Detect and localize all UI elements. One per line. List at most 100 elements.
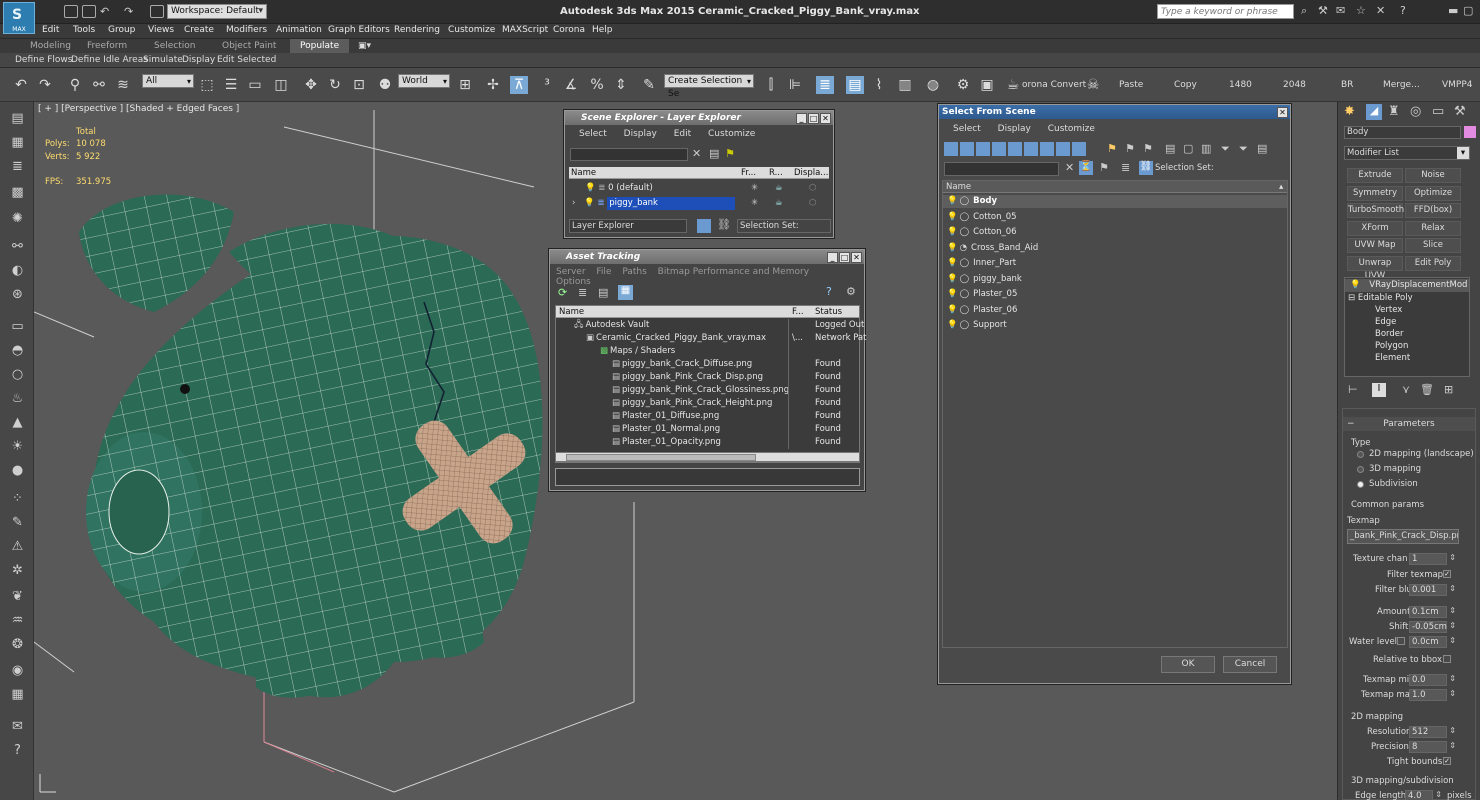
scene-object-row[interactable]: 💡 ◯ Cotton_05: [943, 211, 1287, 224]
le-menu-edit[interactable]: Edit: [674, 129, 691, 139]
symmetry-button[interactable]: Symmetry: [1347, 186, 1403, 201]
expand-chevron-icon[interactable]: ›: [572, 198, 575, 208]
display-bones-icon[interactable]: [1072, 142, 1086, 156]
display-warps-icon[interactable]: [1024, 142, 1038, 156]
menu-group[interactable]: Group: [108, 25, 135, 35]
display-xrefs-icon[interactable]: [1056, 142, 1070, 156]
make-unique-icon[interactable]: ⋎: [1402, 383, 1410, 396]
close-window-icon[interactable]: ▢: [1463, 4, 1473, 17]
ffd-box-button[interactable]: FFD(box): [1405, 203, 1461, 218]
relative-bbox-checkbox[interactable]: [1443, 655, 1451, 663]
help-icon[interactable]: ?: [1400, 4, 1406, 17]
scene-object-row[interactable]: 💡 ◯ Support: [943, 319, 1287, 332]
search-binoculars-icon[interactable]: ⌕: [1301, 4, 1307, 18]
menu-animation[interactable]: Animation: [276, 25, 322, 35]
camera-icon[interactable]: ◐: [9, 262, 26, 279]
close-icon[interactable]: ✕: [851, 252, 862, 263]
radio-subdivision[interactable]: [1357, 481, 1364, 488]
select-link-icon[interactable]: ⚲: [66, 76, 84, 94]
menu-help[interactable]: Help: [592, 25, 613, 35]
select-from-scene-title[interactable]: Select From Scene ✕: [939, 105, 1290, 119]
menu-customize[interactable]: Customize: [448, 25, 495, 35]
display-shapes-icon[interactable]: [960, 142, 974, 156]
lightbulb-icon[interactable]: 💡: [1350, 280, 1361, 290]
gear-icon[interactable]: ✲: [9, 562, 26, 579]
scene-object-row[interactable]: 💡 ◯ Inner_Part: [943, 257, 1287, 270]
menu-maxscript[interactable]: MAXScript: [502, 25, 548, 35]
edit-named-selection-icon[interactable]: ✎: [640, 76, 658, 94]
tab-object-paint[interactable]: Object Paint: [222, 41, 276, 51]
le-menu-display[interactable]: Display: [624, 129, 657, 139]
subscription-icon[interactable]: ⚒: [1318, 4, 1328, 17]
redo-icon[interactable]: ↷: [124, 5, 138, 18]
render-teapot-icon[interactable]: ☕: [775, 197, 783, 210]
lightbulb-icon[interactable]: 💡: [584, 198, 595, 208]
at-menu-bitmap[interactable]: Bitmap Performance and Memory: [658, 267, 809, 277]
hair-fur-icon[interactable]: ♒: [9, 612, 26, 629]
layer-mode-icon[interactable]: [697, 219, 711, 233]
col-name[interactable]: Name: [559, 306, 584, 318]
scene-explorer-icon[interactable]: ▤: [846, 76, 864, 94]
explorer-type-dropdown[interactable]: Layer Explorer: [569, 219, 687, 233]
table-view-icon[interactable]: ▦: [618, 285, 633, 300]
find-icon[interactable]: ▤: [709, 147, 719, 160]
clear-search-icon[interactable]: ✕: [1065, 161, 1074, 174]
sun-icon[interactable]: ☀: [9, 438, 26, 455]
at-menu-file[interactable]: File: [596, 267, 611, 277]
settings-icon[interactable]: ⚙: [846, 285, 856, 298]
display-groups-icon[interactable]: [1040, 142, 1054, 156]
paste-button[interactable]: Paste: [1119, 80, 1143, 90]
layer-explorer-icon[interactable]: ≣: [816, 76, 834, 94]
script-icon[interactable]: ✉: [9, 718, 26, 735]
find-options-icon[interactable]: ⚑: [1099, 161, 1109, 174]
configure-sets-icon[interactable]: ⊞: [1444, 383, 1453, 396]
define-flows-button[interactable]: Define Flows: [15, 55, 72, 65]
help-tools-icon[interactable]: ✕: [1376, 4, 1385, 17]
cancel-button[interactable]: Cancel: [1223, 656, 1277, 673]
sfs-menu-display[interactable]: Display: [998, 124, 1031, 134]
sfs-selection-set[interactable]: Selection Set:: [1153, 162, 1286, 176]
noise-button[interactable]: Noise: [1405, 168, 1461, 183]
menu-edit[interactable]: Edit: [42, 25, 59, 35]
display-all-icon[interactable]: ⚑: [1107, 142, 1117, 155]
show-end-result-icon[interactable]: I: [1372, 383, 1386, 397]
find-case-icon[interactable]: ⏳: [1079, 161, 1093, 175]
layer-search-input[interactable]: [570, 148, 688, 161]
new-file-icon[interactable]: [64, 5, 78, 18]
sphere-icon[interactable]: ○: [9, 366, 26, 383]
mirror-icon[interactable]: ⫿: [762, 76, 780, 94]
asset-row[interactable]: ▤ Plaster_01_Opacity.png Found: [556, 436, 859, 449]
create-tab-icon[interactable]: ✸: [1344, 104, 1355, 119]
display-box-icon[interactable]: ⬡: [809, 197, 816, 210]
mesh-icon[interactable]: ⚠: [9, 538, 26, 555]
curve-editor-icon[interactable]: ⌇: [870, 76, 888, 94]
scale-icon[interactable]: ⊡: [350, 76, 368, 94]
help-circle-icon[interactable]: ?: [9, 742, 26, 759]
render-teapot-icon[interactable]: ☕: [775, 182, 783, 195]
display-invert-icon[interactable]: ⚑: [1143, 142, 1153, 155]
lightbulb-icon[interactable]: 💡: [947, 212, 958, 222]
tab-modeling[interactable]: Modeling: [30, 41, 71, 51]
foliage-icon[interactable]: ❦: [9, 588, 26, 605]
asset-tracking-title[interactable]: Asset Tracking _ □ ✕: [550, 250, 864, 264]
help-icon[interactable]: ?: [826, 285, 832, 298]
filter-icon[interactable]: ⏷: [1221, 142, 1230, 156]
resolution-spinner[interactable]: 512: [1409, 726, 1456, 738]
corona-convert-label[interactable]: orona Convert: [1022, 80, 1086, 90]
unlink-icon[interactable]: ⚯: [90, 76, 108, 94]
water-level-checkbox[interactable]: [1397, 637, 1405, 645]
menu-modifiers[interactable]: Modifiers: [226, 25, 267, 35]
viewport-label[interactable]: [ + ] [Perspective ] [Shaded + Edged Fac…: [38, 104, 239, 114]
cone-icon[interactable]: ▲: [9, 414, 26, 431]
reel-icon[interactable]: ⊛: [9, 286, 26, 303]
extrude-button[interactable]: Extrude: [1347, 168, 1403, 183]
select-none-icon[interactable]: ▢: [1183, 142, 1193, 155]
collapse-icon[interactable]: ⊟: [1348, 293, 1355, 303]
tab-populate[interactable]: Populate: [290, 39, 350, 53]
light-bulb-icon[interactable]: ✺: [9, 210, 26, 227]
filter-options-icon[interactable]: ⏷: [1239, 142, 1248, 156]
layer-row-default[interactable]: 💡 ≣ 0 (default) ✳ ☕ ⬡: [569, 182, 829, 195]
copy-button[interactable]: Copy: [1174, 80, 1197, 90]
selection-filter-dropdown[interactable]: All: [142, 74, 194, 88]
redo-icon[interactable]: ↷: [36, 76, 54, 94]
